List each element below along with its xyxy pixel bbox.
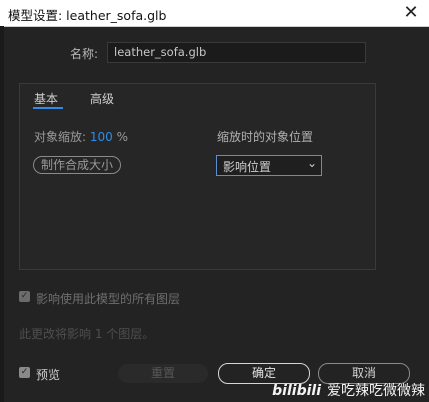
window-title: 模型设置: leather_sofa.glb bbox=[8, 8, 167, 23]
window-edge bbox=[0, 26, 4, 402]
watermark: bilibili 爱吃辣吃微微辣 bbox=[272, 380, 425, 400]
affect-note: 此更改将影响 1 个图层。 bbox=[19, 327, 155, 341]
chevron-down-icon: ⌄ bbox=[306, 156, 317, 170]
tab-basic[interactable]: 基本 bbox=[34, 90, 58, 107]
affect-label: 影响使用此模型的所有图层 bbox=[36, 292, 181, 306]
reset-button[interactable]: 重置 bbox=[118, 364, 208, 383]
preview-label: 预览 bbox=[36, 368, 61, 382]
name-input[interactable]: leather_sofa.glb bbox=[107, 42, 366, 63]
title-bar: 模型设置: leather_sofa.glb ✕ bbox=[0, 0, 429, 27]
active-tab-indicator bbox=[33, 107, 63, 109]
scale-unit: % bbox=[116, 130, 129, 144]
position-select[interactable]: 影响位置 ⌄ bbox=[216, 155, 322, 176]
preview-checkbox[interactable]: ✓ bbox=[19, 367, 30, 378]
tab-advanced[interactable]: 高级 bbox=[90, 90, 114, 107]
scale-value[interactable]: 100 bbox=[90, 130, 113, 144]
watermark-text: 爱吃辣吃微微辣 bbox=[327, 383, 425, 399]
scale-label: 对象缩放: bbox=[34, 130, 87, 144]
bilibili-logo: bilibili bbox=[272, 383, 321, 399]
affect-checkbox[interactable]: ✓ bbox=[19, 291, 30, 302]
close-icon[interactable]: ✕ bbox=[399, 2, 423, 24]
make-comp-size-button[interactable]: 制作合成大小 bbox=[33, 156, 122, 174]
settings-panel: 基本 高级 对象缩放: 100 % 制作合成大小 缩放时的对象位置 影响位置 ⌄ bbox=[19, 83, 376, 270]
position-select-value: 影响位置 bbox=[223, 160, 272, 174]
object-scale: 对象缩放: 100 % bbox=[34, 128, 128, 145]
position-label: 缩放时的对象位置 bbox=[217, 130, 314, 144]
name-label: 名称: bbox=[70, 47, 99, 61]
